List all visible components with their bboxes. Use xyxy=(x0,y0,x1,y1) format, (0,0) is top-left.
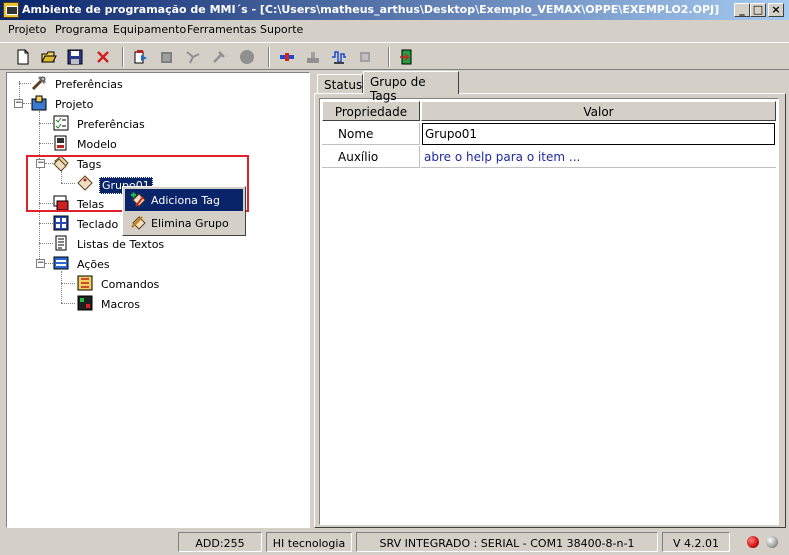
column-header-valor[interactable]: Valor xyxy=(421,101,776,121)
tree-label: Comandos xyxy=(101,278,160,291)
status-add: ADD:255 xyxy=(178,532,262,552)
tool-button-8[interactable] xyxy=(302,46,324,68)
menu-programa[interactable]: Programa xyxy=(55,23,108,36)
context-menu: Adiciona Tag Elimina Grupo xyxy=(122,186,246,236)
stop-button[interactable] xyxy=(236,46,258,68)
delete-button[interactable] xyxy=(92,46,114,68)
row-label-auxilio: Auxílio xyxy=(322,146,420,168)
network-icon xyxy=(307,52,319,63)
transfer-icon xyxy=(161,52,172,63)
checklist-icon xyxy=(53,115,69,131)
tree-label: Ações xyxy=(77,258,110,271)
tools-icon xyxy=(213,51,225,63)
status-server: SRV INTEGRADO : SERIAL - COM1 38400-8-n-… xyxy=(356,532,658,552)
expand-acoes-toggle[interactable]: − xyxy=(36,259,45,268)
property-grid: Propriedade Valor Nome Grupo01 Auxílio a… xyxy=(319,98,779,525)
wand-icon xyxy=(186,51,200,64)
menu-equipamento[interactable]: Equipamento xyxy=(113,23,186,36)
app-icon[interactable] xyxy=(3,2,19,18)
status-company: HI tecnologia xyxy=(266,532,352,552)
menu-item-label: Elimina Grupo xyxy=(151,217,229,230)
project-icon xyxy=(31,95,47,111)
compile-icon xyxy=(134,50,147,64)
connect-button[interactable] xyxy=(276,46,298,68)
tree-label: Modelo xyxy=(77,138,117,151)
tree-label: Preferências xyxy=(55,78,123,91)
nome-value-input[interactable]: Grupo01 xyxy=(422,123,775,145)
menu-bar: Projeto Programa Equipamento Ferramentas… xyxy=(0,20,789,40)
tree-label: Preferências xyxy=(77,118,145,131)
keyboard-icon xyxy=(53,215,69,231)
compile-button[interactable] xyxy=(130,46,152,68)
exit-door-icon xyxy=(400,49,412,65)
device-icon xyxy=(360,52,370,62)
tool-button-10[interactable] xyxy=(354,46,376,68)
transfer-button[interactable] xyxy=(156,46,178,68)
open-file-button[interactable] xyxy=(38,46,60,68)
tab-grupo-de-tags[interactable]: Grupo de Tags xyxy=(363,71,459,103)
menu-ferramentas[interactable]: Ferramentas xyxy=(187,23,256,36)
signal-button[interactable] xyxy=(328,46,350,68)
tab-status[interactable]: Status xyxy=(317,74,363,94)
menu-item-adiciona-tag[interactable]: Adiciona Tag xyxy=(125,189,243,211)
row-label-nome: Nome xyxy=(322,123,420,145)
delete-group-icon xyxy=(131,216,146,230)
save-disk-icon xyxy=(67,49,83,65)
tool-button-3[interactable] xyxy=(182,46,204,68)
status-bar: ADD:255 HI tecnologia SRV INTEGRADO : SE… xyxy=(0,529,789,555)
new-file-button[interactable] xyxy=(12,46,34,68)
tree-label: Teclado xyxy=(77,218,119,231)
exit-button[interactable] xyxy=(396,46,418,68)
close-button[interactable]: × xyxy=(768,3,784,17)
menu-suporte[interactable]: Suporte xyxy=(260,23,303,36)
signal-icon xyxy=(332,51,346,64)
tools-icon xyxy=(31,75,47,91)
tool-button-4[interactable] xyxy=(208,46,230,68)
expand-projeto-toggle[interactable]: − xyxy=(14,99,23,108)
commands-icon xyxy=(77,275,93,291)
menu-item-elimina-grupo[interactable]: Elimina Grupo xyxy=(125,212,243,234)
column-header-propriedade[interactable]: Propriedade xyxy=(322,101,420,121)
tree-label: Projeto xyxy=(55,98,94,111)
menu-projeto[interactable]: Projeto xyxy=(8,23,46,36)
menu-item-label: Adiciona Tag xyxy=(151,194,221,207)
tree-label: Macros xyxy=(101,298,141,311)
delete-x-icon xyxy=(97,51,109,63)
status-led-gray-icon xyxy=(766,536,778,548)
status-led-red-icon xyxy=(747,536,759,548)
text-list-icon xyxy=(55,235,67,251)
window-title: Ambiente de programação de MMI´s - [C:\U… xyxy=(22,3,720,16)
toolbar xyxy=(0,42,789,70)
help-link[interactable]: abre o help para o item ... xyxy=(421,146,776,168)
minimize-button[interactable]: _ xyxy=(734,3,750,17)
save-button[interactable] xyxy=(64,46,86,68)
add-tag-icon xyxy=(131,192,146,207)
tree-label: Listas de Textos xyxy=(77,238,165,251)
title-bar[interactable]: Ambiente de programação de MMI´s - [C:\U… xyxy=(0,0,789,20)
actions-icon xyxy=(53,256,69,270)
new-file-icon xyxy=(17,49,29,65)
status-version: V 4.2.01 xyxy=(662,532,730,552)
plug-icon xyxy=(280,53,294,61)
stop-circle-icon xyxy=(240,50,254,64)
model-icon xyxy=(54,135,67,151)
maximize-button[interactable]: □ xyxy=(750,3,766,17)
open-folder-icon xyxy=(41,51,57,63)
macros-icon xyxy=(77,295,93,311)
project-tree[interactable]: Preferências − Projeto Preferências Mode… xyxy=(6,72,310,528)
